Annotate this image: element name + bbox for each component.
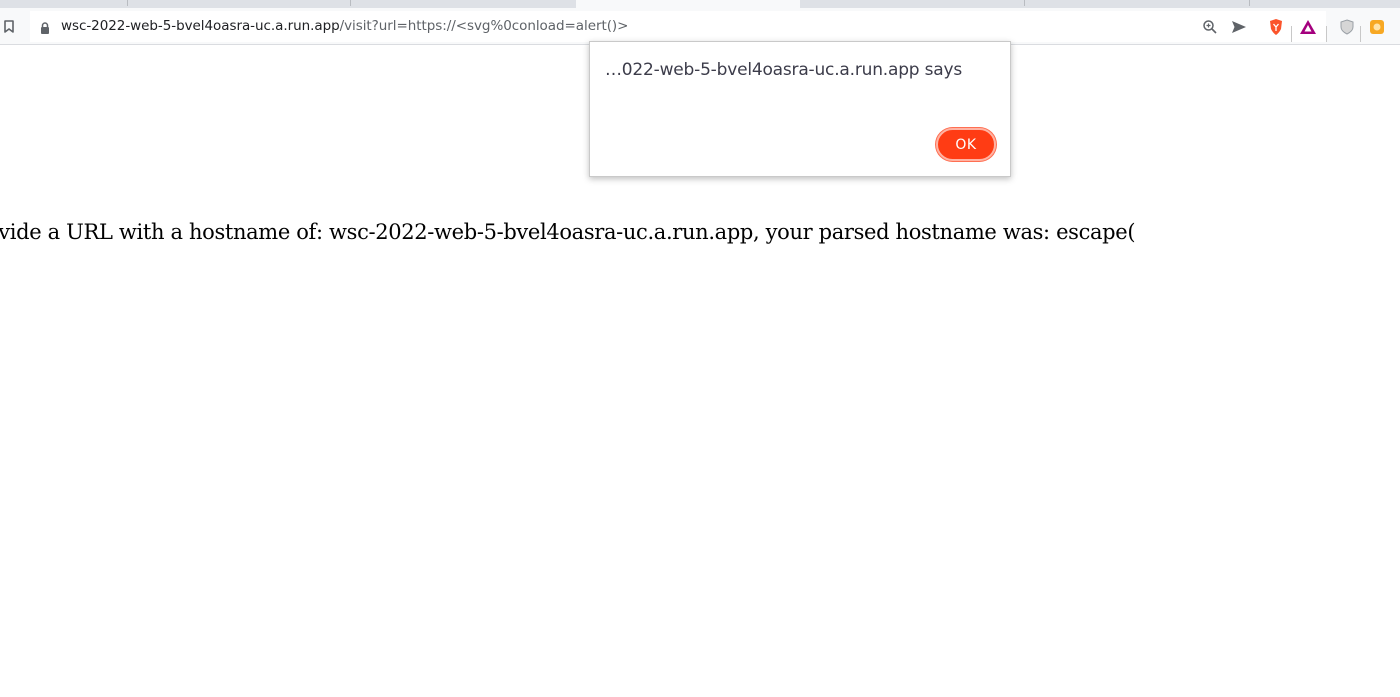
send-icon[interactable]	[1230, 18, 1248, 36]
brave-rewards-icon[interactable]	[1299, 18, 1317, 36]
tab-active[interactable]	[576, 0, 800, 8]
ok-button[interactable]: OK	[936, 128, 996, 161]
url-text[interactable]: wsc-2022-web-5-bvel4oasra-uc.a.run.app/v…	[61, 18, 628, 34]
lock-icon[interactable]	[38, 20, 52, 34]
brave-shield-icon[interactable]	[1267, 18, 1285, 36]
toolbar-divider	[1360, 26, 1361, 42]
tab-strip	[0, 0, 1400, 8]
toolbar-divider	[1326, 26, 1327, 42]
tab-separator	[350, 0, 351, 6]
shield-extension-icon[interactable]	[1338, 18, 1356, 36]
dialog-title: …022-web-5-bvel4oasra-uc.a.run.app says	[605, 60, 962, 80]
browser-toolbar: wsc-2022-web-5-bvel4oasra-uc.a.run.app/v…	[0, 8, 1400, 45]
url-path: /visit?url=https://<svg%0conload=alert()…	[339, 18, 629, 34]
extension-icon[interactable]	[1368, 18, 1386, 36]
tab-separator	[127, 0, 128, 6]
tab-separator	[1249, 0, 1250, 6]
page-message: ovide a URL with a hostname of: wsc-2022…	[0, 220, 1136, 244]
alert-dialog: …022-web-5-bvel4oasra-uc.a.run.app says …	[589, 41, 1011, 177]
bookmark-icon[interactable]	[0, 16, 18, 36]
tab-separator	[1024, 0, 1025, 6]
zoom-icon[interactable]	[1201, 18, 1219, 36]
toolbar-divider	[1291, 26, 1292, 42]
address-bar[interactable]: wsc-2022-web-5-bvel4oasra-uc.a.run.app/v…	[30, 11, 1326, 42]
url-host: wsc-2022-web-5-bvel4oasra-uc.a.run.app	[61, 18, 340, 34]
